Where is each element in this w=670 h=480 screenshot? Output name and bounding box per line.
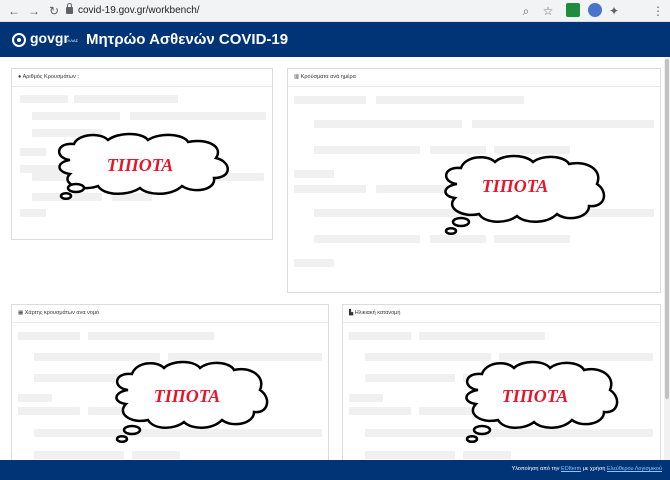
app-header: govgr ΕΛΛΑΣ Μητρώο Ασθενών COVID-19	[0, 22, 670, 57]
virus-icon: ●	[18, 74, 22, 80]
footer-link-free-software[interactable]: Ελεύθερου Λογισμικού	[607, 466, 662, 472]
chart-icon: ▥	[294, 74, 300, 80]
card-title: ▙ Ηλικιακή κατανομή	[349, 310, 401, 316]
back-arrow-icon[interactable]: ←	[6, 3, 22, 19]
footer-link-editerm[interactable]: EDIterm	[561, 466, 581, 472]
cloud-text: ΤΙΠΟΤΑ	[481, 176, 549, 196]
govgr-logo-icon	[12, 33, 26, 47]
star-icon[interactable]: ☆	[540, 3, 556, 19]
search-icon[interactable]: ⌕	[518, 3, 534, 19]
cloud-text: ΤΙΠΟΤΑ	[106, 155, 174, 175]
menu-icon[interactable]: ⋮	[650, 3, 666, 19]
logo-subtext: ΕΛΛΑΣ	[65, 38, 79, 43]
reload-icon[interactable]: ↻	[46, 3, 62, 19]
bar-chart-icon: ▙	[349, 310, 354, 316]
browser-toolbar: ← → ↻ covid-19.gov.gr/workbench/ ⌕ ☆ ✦ ⋮	[0, 0, 670, 22]
card-title: ▥ Κρούσματα ανά ημέρα	[294, 74, 356, 80]
map-icon: ▦	[18, 310, 24, 316]
cloud-text: ΤΙΠΟΤΑ	[153, 386, 221, 406]
card-title: ● Αριθμός Κρουσμάτων :	[18, 74, 79, 80]
lock-icon[interactable]	[66, 3, 73, 14]
extension-icon[interactable]: ✦	[606, 3, 622, 19]
cloud-text: ΤΙΠΟΤΑ	[501, 386, 569, 406]
logo-text[interactable]: govgr	[30, 30, 69, 46]
page-footer: Υλοποίηση από την EDIterm με χρήση Ελεύθ…	[0, 460, 670, 480]
page-title: Μητρώο Ασθενών COVID-19	[86, 31, 289, 48]
card-title: ▦ Χάρτης κρουσμάτων ανα νομό	[18, 310, 100, 316]
extension-user-icon[interactable]	[588, 3, 602, 17]
extension-check-icon[interactable]	[566, 3, 580, 17]
forward-arrow-icon[interactable]: →	[26, 3, 42, 19]
scrollbar-thumb[interactable]	[665, 59, 669, 399]
page-scrollbar[interactable]	[664, 57, 670, 460]
footer-credit: Υλοποίηση από την EDIterm με χρήση Ελεύθ…	[511, 466, 662, 472]
address-bar[interactable]: covid-19.gov.gr/workbench/	[78, 3, 200, 19]
